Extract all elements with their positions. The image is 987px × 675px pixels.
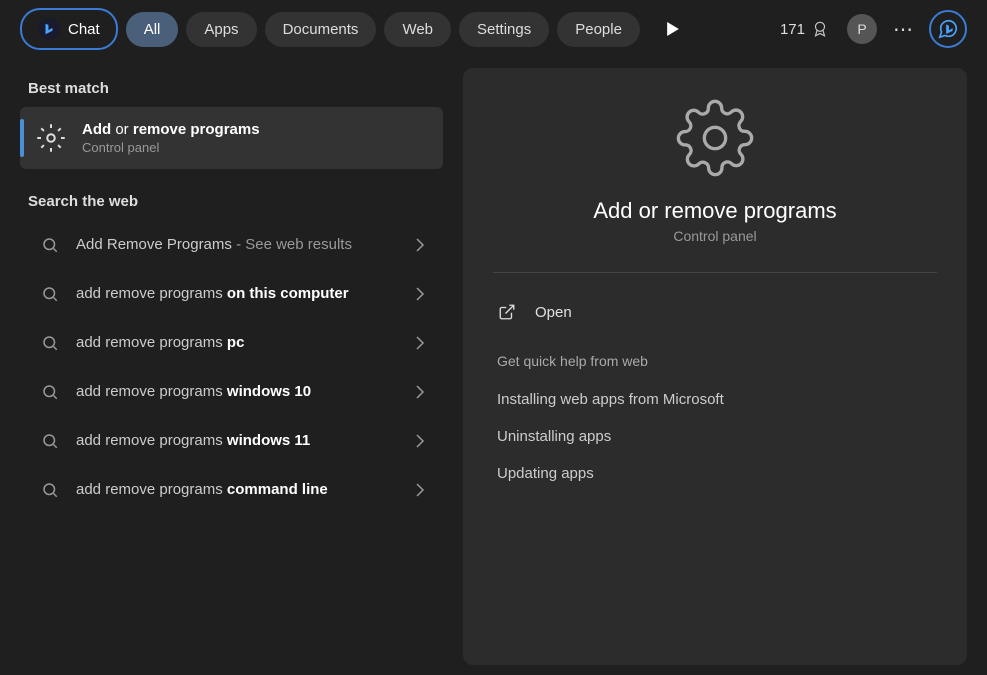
web-result[interactable]: add remove programs pc — [20, 318, 443, 367]
more-button[interactable]: ⋯ — [885, 11, 921, 47]
gear-icon — [675, 98, 755, 178]
web-result[interactable]: add remove programs on this computer — [20, 269, 443, 318]
chevron-right-icon — [415, 385, 425, 399]
result-text: add remove programs pc — [76, 332, 401, 353]
result-text: add remove programs on this computer — [76, 283, 401, 304]
help-links-list: Installing web apps from MicrosoftUninst… — [493, 381, 937, 492]
search-icon — [38, 432, 62, 450]
user-avatar[interactable]: P — [847, 14, 877, 44]
result-text: add remove programs windows 10 — [76, 381, 401, 402]
best-match-result[interactable]: Add or remove programs Control panel — [20, 107, 443, 169]
filter-pills-container: AllApps DocumentsWebSettingsPeople — [126, 12, 640, 47]
chevron-right-icon — [415, 287, 425, 301]
open-icon — [497, 303, 517, 321]
result-text: add remove programs command line — [76, 479, 401, 500]
results-panel: Best match Add or remove programs Contro… — [0, 58, 463, 675]
play-button[interactable] — [654, 10, 692, 48]
search-icon — [38, 236, 62, 254]
preview-subtitle: Control panel — [493, 228, 937, 244]
help-link[interactable]: Uninstalling apps — [493, 418, 937, 455]
open-action[interactable]: Open — [493, 291, 937, 333]
filter-settings[interactable]: Settings — [459, 12, 549, 47]
bing-chat-bubble[interactable] — [929, 10, 967, 48]
search-web-header: Search the web — [10, 183, 453, 220]
web-result[interactable]: Add Remove Programs - See web results — [20, 220, 443, 269]
gear-icon — [34, 121, 68, 155]
avatar-letter: P — [857, 21, 866, 37]
web-result[interactable]: add remove programs windows 10 — [20, 367, 443, 416]
bing-icon — [38, 18, 60, 40]
preview-title: Add or remove programs — [493, 198, 937, 224]
chat-label: Chat — [68, 21, 100, 38]
chevron-right-icon — [415, 336, 425, 350]
preview-panel: Add or remove programs Control panel Ope… — [463, 68, 967, 665]
help-link[interactable]: Installing web apps from Microsoft — [493, 381, 937, 418]
filter-people[interactable]: People — [557, 12, 640, 47]
filter-documents[interactable]: Documents — [265, 12, 377, 47]
result-text: add remove programs windows 11 — [76, 430, 401, 451]
search-icon — [38, 334, 62, 352]
chevron-right-icon — [415, 483, 425, 497]
filter-apps[interactable]: Apps — [186, 12, 256, 47]
help-link[interactable]: Updating apps — [493, 455, 937, 492]
best-match-header: Best match — [10, 70, 453, 107]
medal-icon — [811, 19, 829, 39]
web-results-list: Add Remove Programs - See web results add… — [10, 220, 453, 514]
top-filter-bar: Chat AllApps DocumentsWebSettingsPeople 1… — [0, 0, 987, 58]
result-text: Add Remove Programs - See web results — [76, 234, 401, 255]
filter-web[interactable]: Web — [384, 12, 451, 47]
points-value: 171 — [780, 21, 805, 38]
search-icon — [38, 285, 62, 303]
chat-button[interactable]: Chat — [20, 8, 118, 50]
search-icon — [38, 383, 62, 401]
divider — [493, 272, 937, 273]
help-header: Get quick help from web — [493, 333, 937, 381]
web-result[interactable]: add remove programs command line — [20, 465, 443, 514]
best-match-title: Add or remove programs — [82, 121, 260, 138]
best-match-subtitle: Control panel — [82, 140, 260, 155]
chevron-right-icon — [415, 434, 425, 448]
best-match-text: Add or remove programs Control panel — [82, 121, 260, 155]
filter-all[interactable]: All — [126, 12, 179, 47]
rewards-points[interactable]: 171 — [780, 19, 829, 39]
web-result[interactable]: add remove programs windows 11 — [20, 416, 443, 465]
search-icon — [38, 481, 62, 499]
chevron-right-icon — [415, 238, 425, 252]
open-label: Open — [535, 304, 572, 321]
